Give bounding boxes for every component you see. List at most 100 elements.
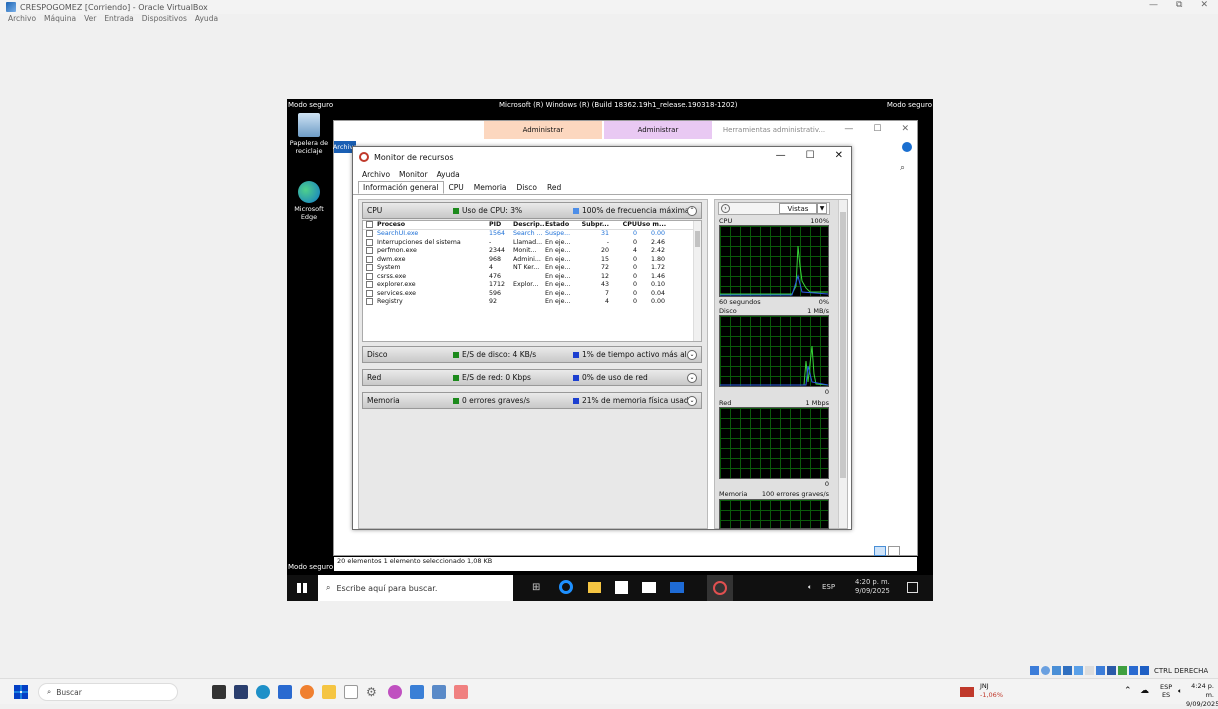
task-view-icon[interactable]: ⊞ bbox=[532, 582, 540, 593]
cloud-icon[interactable]: ☁︎ bbox=[1140, 686, 1149, 696]
minimize-icon[interactable]: — bbox=[844, 124, 853, 134]
tab-disk[interactable]: Disco bbox=[512, 181, 542, 194]
host-search-box[interactable]: ⌕ Buscar bbox=[38, 683, 178, 701]
details-view-icon[interactable] bbox=[874, 546, 886, 556]
row-checkbox[interactable] bbox=[366, 255, 373, 263]
restore-icon[interactable]: ⧉ bbox=[1176, 0, 1182, 10]
stock-widget[interactable]: JNJ -1,06% bbox=[980, 682, 1003, 700]
chevron-down-icon[interactable]: ▼ bbox=[817, 203, 827, 214]
recycle-bin-shortcut[interactable]: Papelera de reciclaje bbox=[287, 113, 331, 155]
hdd-icon[interactable] bbox=[1030, 666, 1039, 675]
select-all-checkbox[interactable] bbox=[366, 221, 373, 229]
resmon-taskbar-button[interactable] bbox=[707, 575, 733, 601]
cpu-activity-icon[interactable] bbox=[1118, 666, 1127, 675]
col-pid[interactable]: PID bbox=[489, 221, 513, 228]
menu-archivo[interactable]: Archivo bbox=[8, 14, 36, 26]
expand-icon[interactable]: ⌄ bbox=[687, 349, 697, 360]
table-row[interactable]: SearchUI.exe 1564 Search ... Suspe... 31 0 0.0… bbox=[363, 230, 701, 239]
mouse-integration-icon[interactable] bbox=[1129, 666, 1138, 675]
menu-dispositivos[interactable]: Dispositivos bbox=[142, 14, 187, 26]
menu-maquina[interactable]: Máquina bbox=[44, 14, 76, 26]
virtualbox-icon[interactable] bbox=[432, 685, 446, 699]
table-row[interactable]: Registry 92 En eje... 4 0 0.00 bbox=[363, 298, 701, 307]
recording-icon[interactable] bbox=[1107, 666, 1116, 675]
app-icon[interactable] bbox=[278, 685, 292, 699]
volume-icon[interactable]: 🔈︎ bbox=[808, 583, 812, 592]
tab-herramientas[interactable]: Herramientas administrativ... bbox=[714, 121, 834, 139]
views-button[interactable]: Vistas bbox=[779, 203, 817, 214]
tab-cpu[interactable]: CPU bbox=[444, 181, 469, 194]
disk-section-header[interactable]: Disco E/S de disco: 4 KB/s 1% de tiempo … bbox=[362, 346, 702, 363]
col-proceso[interactable]: Proceso bbox=[377, 221, 489, 228]
tab-network[interactable]: Red bbox=[542, 181, 566, 194]
shared-folder-icon[interactable] bbox=[1085, 666, 1094, 675]
vscode-icon[interactable] bbox=[410, 685, 424, 699]
row-checkbox[interactable] bbox=[366, 264, 373, 272]
menu-ver[interactable]: Ver bbox=[84, 14, 96, 26]
table-row[interactable]: System 4 NT Ker... En eje... 72 0 1.72 bbox=[363, 264, 701, 273]
search-icon[interactable]: ⌕ bbox=[900, 163, 905, 173]
file-explorer-icon[interactable] bbox=[588, 582, 601, 593]
cpu-section-header[interactable]: CPU Uso de CPU: 3% 100% de frecuencia má… bbox=[362, 202, 702, 219]
close-icon[interactable]: ✕ bbox=[1200, 0, 1208, 10]
notification-icon[interactable] bbox=[907, 582, 918, 593]
resource-monitor-window[interactable]: Monitor de recursos — ☐ ✕ Archivo Monito… bbox=[352, 146, 852, 530]
keyboard-icon[interactable] bbox=[1140, 666, 1149, 675]
graph-scrollbar[interactable] bbox=[838, 200, 847, 528]
row-checkbox[interactable] bbox=[366, 230, 373, 238]
tab-administrar-2[interactable]: Administrar bbox=[604, 121, 712, 139]
widgets-icon[interactable] bbox=[234, 685, 248, 699]
settings-icon[interactable]: ⚙︎ bbox=[366, 685, 380, 699]
close-icon[interactable]: ✕ bbox=[835, 150, 843, 161]
edge-icon[interactable] bbox=[256, 685, 270, 699]
col-uso[interactable]: Uso m... bbox=[637, 221, 666, 228]
host-start-icon[interactable] bbox=[14, 685, 28, 699]
close-icon[interactable]: ✕ bbox=[901, 124, 909, 134]
view-toggle[interactable] bbox=[874, 546, 902, 556]
expand-icon[interactable]: ⌄ bbox=[687, 395, 697, 406]
col-estado[interactable]: Estado bbox=[545, 221, 581, 228]
expand-icon[interactable]: ⌄ bbox=[687, 372, 697, 383]
menu-ayuda[interactable]: Ayuda bbox=[195, 14, 218, 26]
app-icon[interactable] bbox=[388, 685, 402, 699]
guest-lang[interactable]: ESP bbox=[822, 583, 835, 591]
table-scrollbar[interactable] bbox=[693, 221, 701, 341]
menu-archivo[interactable]: Archivo bbox=[362, 170, 390, 179]
expand-pane-icon[interactable]: › bbox=[721, 204, 730, 213]
file-explorer-icon[interactable] bbox=[322, 685, 336, 699]
row-checkbox[interactable] bbox=[366, 298, 373, 306]
document-icon[interactable] bbox=[344, 685, 358, 699]
host-lang[interactable]: ESP ES bbox=[1160, 683, 1172, 699]
scroll-thumb[interactable] bbox=[840, 212, 846, 478]
menu-entrada[interactable]: Entrada bbox=[104, 14, 133, 26]
network-icon[interactable] bbox=[1063, 666, 1072, 675]
row-checkbox[interactable] bbox=[366, 247, 373, 255]
row-checkbox[interactable] bbox=[366, 281, 373, 289]
collapse-icon[interactable]: ⌃ bbox=[687, 205, 697, 216]
task-view-icon[interactable] bbox=[212, 685, 226, 699]
firefox-icon[interactable] bbox=[300, 685, 314, 699]
tab-overview[interactable]: Información general bbox=[358, 181, 444, 194]
table-row[interactable]: explorer.exe 1712 Explor... En eje... 43 0 0.1… bbox=[363, 281, 701, 290]
maximize-icon[interactable]: ☐ bbox=[873, 124, 881, 134]
table-row[interactable]: dwm.exe 968 Admini... En eje... 15 0 1.80 bbox=[363, 255, 701, 264]
store-icon[interactable] bbox=[615, 581, 628, 594]
mail-icon[interactable] bbox=[642, 582, 656, 593]
col-subprocesos[interactable]: Subpr... bbox=[581, 221, 609, 228]
volume-icon[interactable]: 🔈︎ bbox=[1178, 687, 1182, 696]
table-row[interactable]: services.exe 596 En eje... 7 0 0.04 bbox=[363, 289, 701, 298]
net-section-header[interactable]: Red E/S de red: 0 Kbps 0% de uso de red … bbox=[362, 369, 702, 386]
scroll-thumb[interactable] bbox=[695, 231, 700, 247]
app-icon[interactable] bbox=[454, 685, 468, 699]
chevron-up-icon[interactable]: ⌃ bbox=[1124, 686, 1132, 696]
table-row[interactable]: perfmon.exe 2344 Monit... En eje... 20 4 2.42 bbox=[363, 247, 701, 256]
col-cpu[interactable]: CPU bbox=[609, 221, 637, 228]
minimize-icon[interactable]: — bbox=[776, 150, 786, 161]
menu-monitor[interactable]: Monitor bbox=[399, 170, 428, 179]
row-checkbox[interactable] bbox=[366, 238, 373, 246]
guest-clock[interactable]: 4:20 p. m. 9/09/2025 bbox=[855, 578, 890, 596]
table-row[interactable]: csrss.exe 476 En eje... 12 0 1.46 bbox=[363, 272, 701, 281]
maximize-icon[interactable]: ☐ bbox=[806, 150, 815, 161]
audio-icon[interactable] bbox=[1052, 666, 1061, 675]
menu-ayuda[interactable]: Ayuda bbox=[437, 170, 460, 179]
